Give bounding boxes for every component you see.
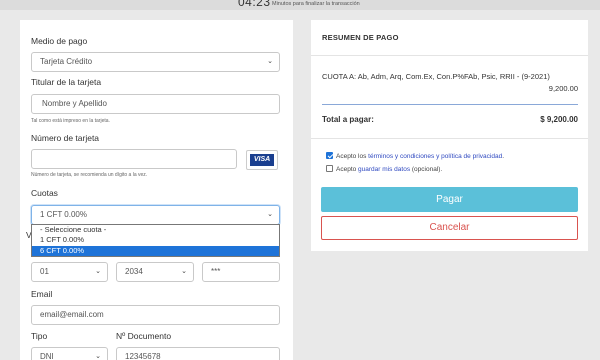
total-label: Total a pagar: [322,115,374,124]
summary-title: RESUMEN DE PAGO [322,33,399,42]
doc-type-select[interactable]: DNI ⌄ [31,347,108,360]
save-data-link[interactable]: guardar mis datos [358,166,410,173]
expiry-year-select[interactable]: 2034 ⌄ [116,262,194,282]
payment-method-label: Medio de pago [31,36,88,46]
terms-checkbox[interactable] [326,152,333,159]
summary-line-amount: 9,200.00 [548,84,578,93]
card-number-help: Número de tarjeta, se recomienda un dígi… [31,172,148,178]
chevron-down-icon: ⌄ [181,268,187,275]
installments-option[interactable]: - Seleccione cuota - [32,225,279,235]
payment-method-value: Tarjeta Crédito [40,57,93,66]
save-data-checkbox-row[interactable]: Acepto guardar mis datos (opcional). [326,165,442,173]
email-label: Email [31,289,53,299]
payment-method-select[interactable]: Tarjeta Crédito ⌄ [31,52,280,72]
card-number-label: Número de tarjeta [31,133,100,143]
email-input[interactable]: email@email.com [31,305,280,325]
installments-option-highlighted[interactable]: 6 CFT 0.00% [32,246,279,256]
save-data-suffix: (opcional). [410,166,443,173]
expiry-month-select[interactable]: 01 ⌄ [31,262,108,282]
pay-button[interactable]: Pagar [321,187,578,212]
cancel-button[interactable]: Cancelar [321,216,578,240]
summary-divider [311,138,588,139]
visa-brand-text: VISA [250,154,274,166]
doc-type-label: Tipo [31,331,48,341]
installments-option[interactable]: 1 CFT 0.00% [32,235,279,245]
installments-dropdown[interactable]: - Seleccione cuota - 1 CFT 0.00% 6 CFT 0… [31,224,280,257]
chevron-down-icon: ⌄ [267,211,273,218]
cardholder-label: Titular de la tarjeta [31,77,102,87]
installments-label: Cuotas [31,188,58,198]
doc-type-value: DNI [40,352,54,360]
total-amount: $ 9,200.00 [540,115,578,124]
chevron-down-icon: ⌄ [95,353,101,360]
chevron-down-icon: ⌄ [95,268,101,275]
terms-link[interactable]: términos y condiciones y política de pri… [368,153,502,160]
expiry-month-value: 01 [40,267,49,276]
summary-divider [311,55,588,56]
installments-select[interactable]: 1 CFT 0.00% ⌄ [31,205,280,225]
save-data-checkbox[interactable] [326,165,333,172]
installments-value: 1 CFT 0.00% [40,210,87,219]
chevron-down-icon: ⌄ [267,58,273,65]
doc-number-label: Nº Documento [116,331,172,341]
terms-suffix: . [502,153,505,160]
cardholder-help: Tal como está impreso en la tarjeta. [31,118,110,124]
terms-checkbox-row[interactable]: Acepto los términos y condiciones y polí… [326,152,504,160]
visa-card-icon: VISA [246,150,278,170]
summary-line-description: CUOTA A: Ab, Adm, Arq, Com.Ex, Con.P%FAb… [322,72,550,81]
expiry-year-value: 2034 [125,267,143,276]
cardholder-input[interactable]: Nombre y Apellido [31,94,280,114]
countdown-timer: 04:23 [238,0,271,9]
timer-note: Minutos para finalizar la transacción [272,1,360,7]
terms-prefix: Acepto los [336,153,369,160]
save-data-prefix: Acepto [336,166,359,173]
summary-total-divider [322,104,578,105]
cvv-input[interactable]: *** [202,262,280,282]
card-number-input[interactable] [31,149,237,169]
doc-number-input[interactable]: 12345678 [116,347,280,360]
